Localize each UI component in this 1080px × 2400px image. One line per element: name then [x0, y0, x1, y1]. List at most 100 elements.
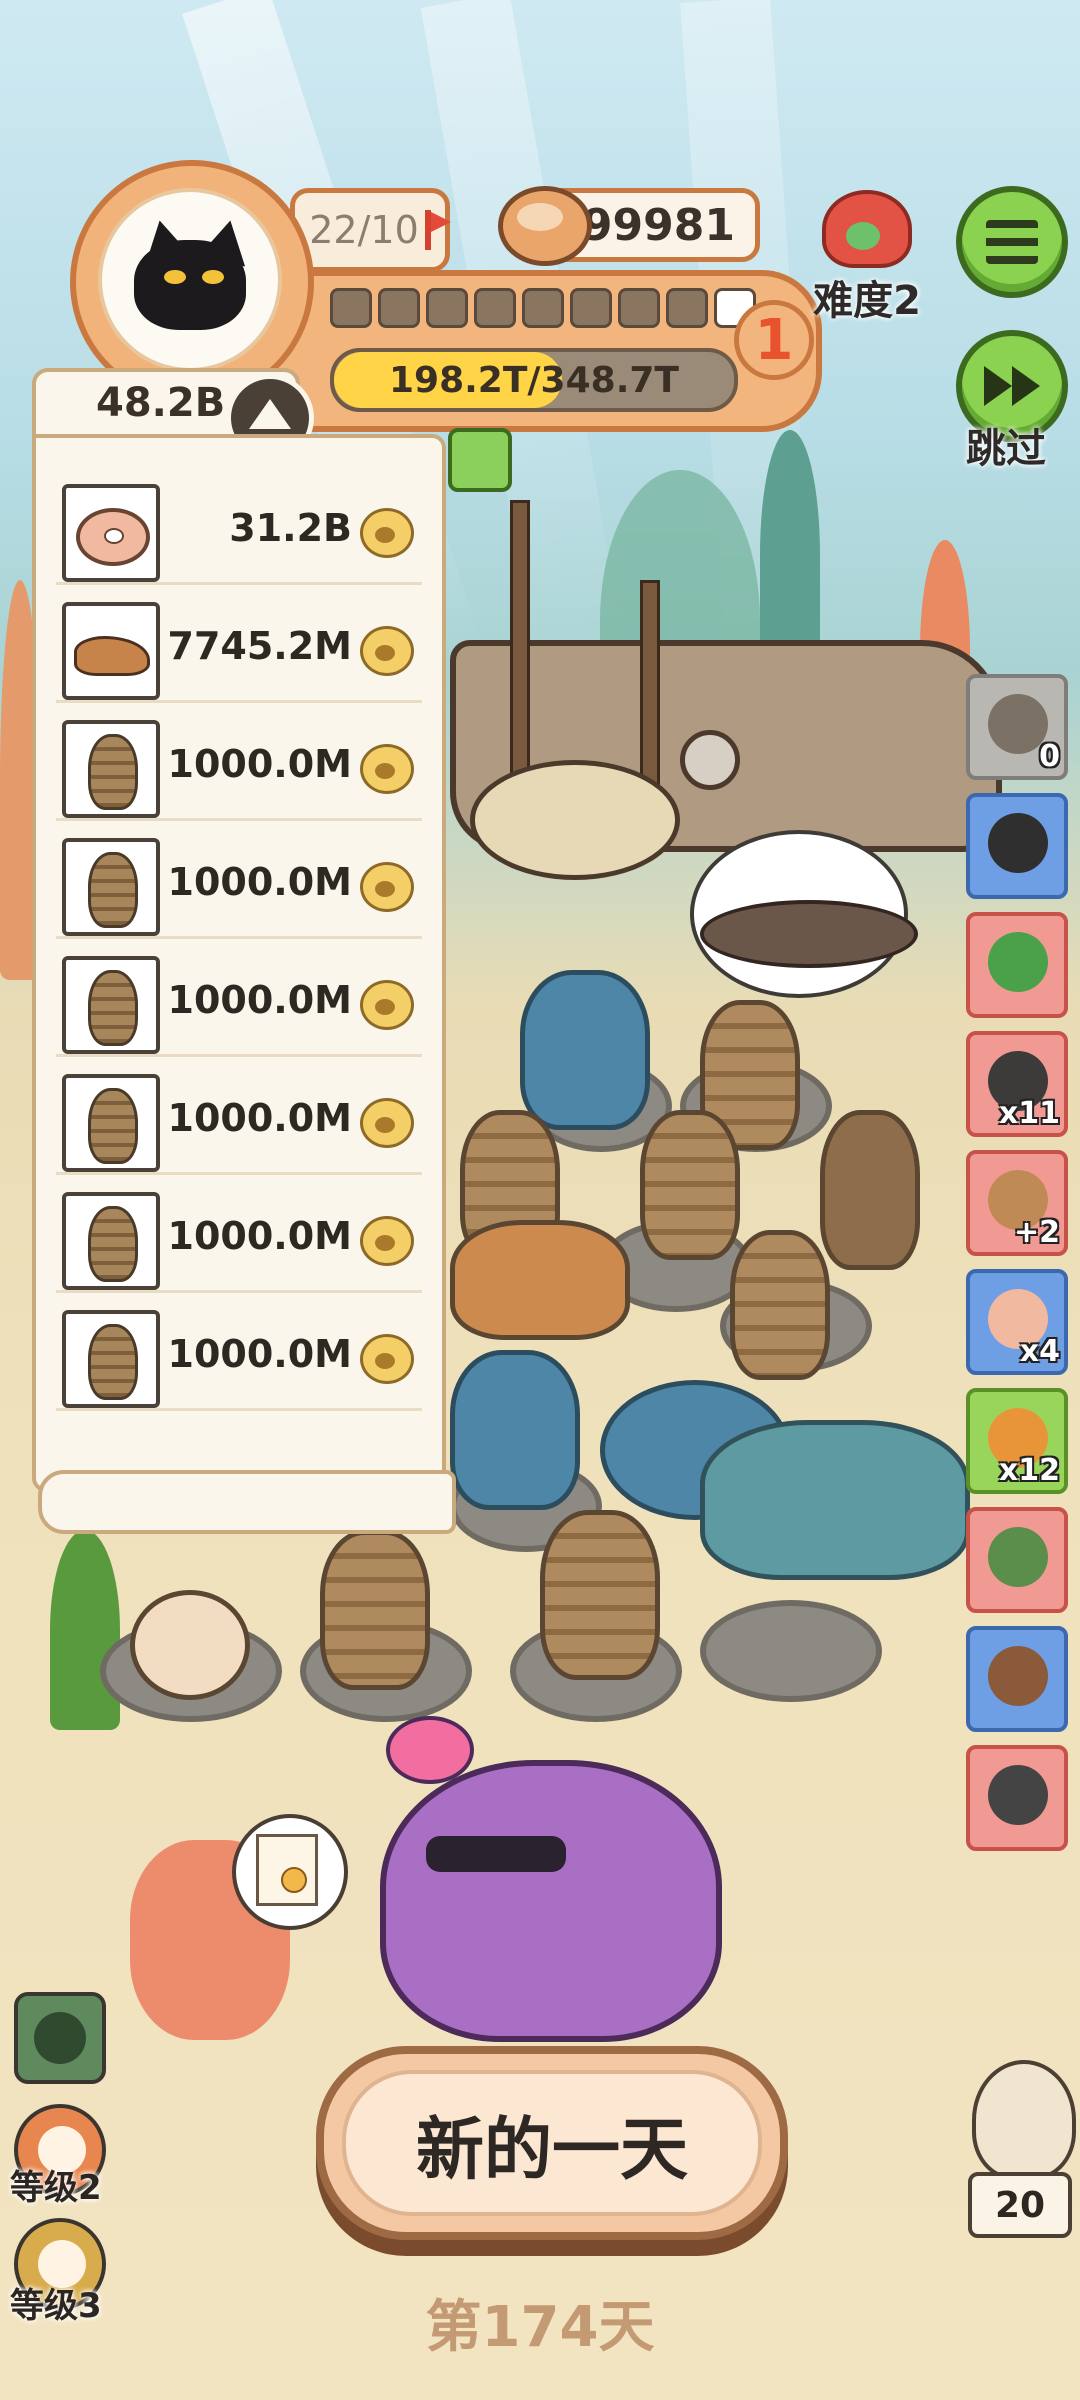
new-day-button[interactable]: 新的一天 [316, 2046, 788, 2240]
paw-coin-icon [360, 1334, 414, 1384]
purple-boss[interactable] [380, 1716, 722, 2042]
earnings-value: 1000.0M [167, 978, 352, 1022]
side-item-egg-nest[interactable]: 0 [966, 674, 1068, 780]
stage-segment [666, 288, 708, 328]
earnings-row[interactable]: 1000.0M [56, 950, 422, 1057]
stage-segment [426, 288, 468, 328]
bug-icon [62, 1310, 160, 1408]
donut-icon [62, 484, 160, 582]
sort-icon[interactable] [448, 428, 512, 492]
earnings-row[interactable]: 1000.0M [56, 1068, 422, 1175]
side-item-rock-slime[interactable] [966, 1507, 1068, 1613]
sauropod-creature[interactable] [700, 1420, 970, 1580]
item-count: x4 [1019, 1334, 1060, 1369]
earnings-row[interactable]: 1000.0M [56, 1304, 422, 1411]
new-day-label: 新的一天 [342, 2070, 762, 2216]
flag-count: 22/10 [309, 208, 419, 252]
pterosaur [700, 900, 918, 968]
owl-icon[interactable] [972, 2060, 1076, 2180]
paw-coin-icon [360, 508, 414, 558]
isopod-creature[interactable] [540, 1510, 660, 1680]
bug-icon [62, 1074, 160, 1172]
side-item-cookie[interactable]: +2 [966, 1150, 1068, 1256]
dilophosaur-creature[interactable] [820, 1110, 920, 1270]
menu-icon [986, 220, 1038, 264]
earnings-panel: 31.2B 7745.2M 1000.0M 1000.0M 1000.0M 1000.0M… [32, 434, 446, 1492]
green-slime-icon [988, 932, 1048, 992]
paw-coin-icon [360, 980, 414, 1030]
level-badge: 1 [734, 300, 814, 380]
earnings-value: 31.2B [229, 506, 352, 550]
paw-coin-icon [360, 1098, 414, 1148]
stage-segment [330, 288, 372, 328]
shark-creature[interactable] [520, 970, 650, 1130]
bug-icon [62, 838, 160, 936]
item-count: x12 [998, 1453, 1060, 1488]
bug-icon [62, 720, 160, 818]
side-item-donut[interactable]: x4 [966, 1269, 1068, 1375]
paw-coin-icon [360, 862, 414, 912]
earnings-value: 1000.0M [167, 1332, 352, 1376]
earnings-total: 48.2B [96, 380, 226, 426]
difficulty-crown-icon [822, 190, 912, 268]
stage-segments [330, 288, 756, 328]
menu-button[interactable] [956, 186, 1068, 298]
food-bowl-icon [498, 186, 592, 266]
anchor-icon [680, 730, 740, 790]
frog-icon [34, 2012, 86, 2064]
frame-icon [988, 1646, 1048, 1706]
bug-icon [62, 1192, 160, 1290]
side-item-frame[interactable] [966, 1626, 1068, 1732]
seaweed [50, 1530, 120, 1730]
difficulty-button[interactable]: 难度2 [812, 190, 922, 326]
earnings-row[interactable]: 7745.2M [56, 596, 422, 703]
side-item-ticket[interactable]: x12 [966, 1388, 1068, 1494]
earnings-row[interactable]: 31.2B [56, 478, 422, 585]
raptor-creature[interactable] [450, 1220, 630, 1340]
side-item-green-slime[interactable] [966, 912, 1068, 1018]
frog-button[interactable] [14, 1992, 106, 2084]
sunglasses-icon [426, 1836, 566, 1872]
earnings-row[interactable]: 1000.0M [56, 832, 422, 939]
flag-icon [424, 210, 451, 250]
stage-segment [618, 288, 660, 328]
camera-icon [988, 813, 1048, 873]
earnings-value: 7745.2M [167, 624, 352, 668]
stage-segment [474, 288, 516, 328]
isopod-creature[interactable] [640, 1110, 740, 1260]
certificate-icon [256, 1834, 318, 1906]
isopod-creature[interactable] [730, 1230, 830, 1380]
dinosaur-icon [62, 602, 160, 700]
paw-coin-icon [360, 744, 414, 794]
exp-progress-bar: 198.2T/348.7T [330, 348, 738, 412]
difficulty-label: 难度2 [813, 278, 921, 324]
earnings-value: 1000.0M [167, 1096, 352, 1140]
earnings-value: 1000.0M [167, 860, 352, 904]
stage-segment [570, 288, 612, 328]
owl-count: 20 [968, 2172, 1072, 2238]
item-count: +2 [1013, 1215, 1060, 1250]
exp-progress-text: 198.2T/348.7T [388, 359, 679, 401]
side-item-gear-bag[interactable]: x11 [966, 1031, 1068, 1137]
skip-label: 跳过 [966, 426, 1046, 472]
isopod-creature[interactable] [320, 1530, 430, 1690]
day-counter: 第174天 [425, 2295, 655, 2360]
earnings-row[interactable]: 1000.0M [56, 1186, 422, 1293]
coin-amount: 99981 [581, 199, 735, 251]
item-count: 0 [1039, 739, 1060, 774]
earnings-value: 1000.0M [167, 1214, 352, 1258]
panel-scroll-bottom [38, 1470, 456, 1534]
stage-segment [378, 288, 420, 328]
black-cat-avatar-icon [98, 188, 282, 372]
earnings-row[interactable]: 1000.0M [56, 714, 422, 821]
hamster-creature[interactable] [130, 1590, 250, 1700]
flag-counter: 22/10 [290, 188, 451, 272]
paw-coin-icon [360, 626, 414, 676]
bow-icon [386, 1716, 474, 1784]
stage-segment [522, 288, 564, 328]
shark-creature[interactable] [450, 1350, 580, 1510]
bug-icon [62, 956, 160, 1054]
side-item-fossil[interactable] [966, 1745, 1068, 1851]
side-item-camera[interactable] [966, 793, 1068, 899]
earnings-value: 1000.0M [167, 742, 352, 786]
